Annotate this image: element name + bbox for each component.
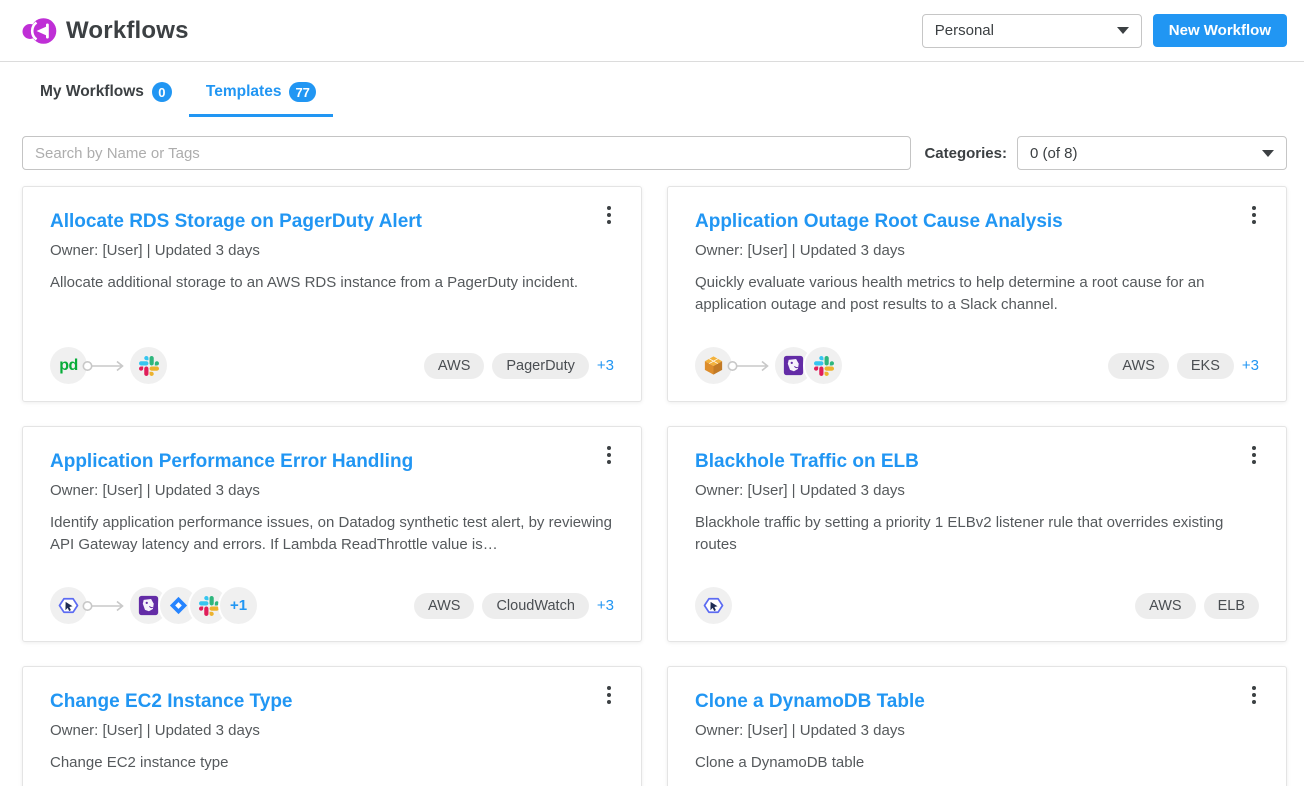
tab-count-badge: 0 bbox=[152, 82, 172, 102]
more-tags-link[interactable]: +3 bbox=[597, 357, 614, 374]
tag-row: AWS CloudWatch +3 bbox=[414, 593, 614, 619]
workflow-card: Application Performance Error Handling O… bbox=[22, 426, 642, 642]
chevron-down-icon bbox=[1117, 27, 1129, 34]
action-hexagon-icon bbox=[695, 587, 732, 624]
tag-row: AWS ELB bbox=[1135, 593, 1259, 619]
workflow-description: Change EC2 instance type bbox=[50, 752, 614, 774]
workflow-meta: Owner: [User] | Updated 3 days bbox=[50, 722, 614, 739]
tag-badge: PagerDuty bbox=[492, 353, 589, 379]
workflow-title-link[interactable]: Change EC2 Instance Type bbox=[50, 691, 614, 713]
card-menu-kebab-icon[interactable] bbox=[598, 203, 620, 227]
workflow-card: Change EC2 Instance Type Owner: [User] |… bbox=[22, 666, 642, 786]
flow-arrow-icon bbox=[727, 359, 773, 373]
categories-selector[interactable]: 0 (of 8) bbox=[1017, 136, 1287, 170]
workflow-title-link[interactable]: Allocate RDS Storage on PagerDuty Alert bbox=[50, 211, 614, 233]
more-icons-badge[interactable]: +1 bbox=[220, 587, 257, 624]
flow-arrow-icon bbox=[82, 599, 128, 613]
workflow-card: Application Outage Root Cause Analysis O… bbox=[667, 186, 1287, 402]
page-title: Workflows bbox=[66, 17, 189, 45]
card-menu-kebab-icon[interactable] bbox=[598, 683, 620, 707]
workflow-card: Allocate RDS Storage on PagerDuty Alert … bbox=[22, 186, 642, 402]
workflow-meta: Owner: [User] | Updated 3 days bbox=[695, 242, 1259, 259]
workflow-card: Clone a DynamoDB Table Owner: [User] | U… bbox=[667, 666, 1287, 786]
workflow-meta: Owner: [User] | Updated 3 days bbox=[695, 482, 1259, 499]
tag-row: AWS EKS +3 bbox=[1108, 353, 1259, 379]
workflow-description: Allocate additional storage to an AWS RD… bbox=[50, 272, 614, 294]
card-menu-kebab-icon[interactable] bbox=[1243, 683, 1265, 707]
tab-label: My Workflows bbox=[40, 83, 144, 101]
workflow-description: Quickly evaluate various health metrics … bbox=[695, 272, 1259, 316]
workflow-title-link[interactable]: Application Outage Root Cause Analysis bbox=[695, 211, 1259, 233]
workflow-meta: Owner: [User] | Updated 3 days bbox=[695, 722, 1259, 739]
workflow-description: Clone a DynamoDB table bbox=[695, 752, 1259, 774]
integration-icon-flow bbox=[695, 587, 732, 624]
tab-templates[interactable]: Templates 77 bbox=[189, 76, 333, 117]
integration-icon-flow bbox=[695, 347, 842, 384]
flow-arrow-icon bbox=[82, 359, 128, 373]
integration-icon-flow: pd bbox=[50, 347, 167, 384]
tag-badge: AWS bbox=[424, 353, 485, 379]
tab-label: Templates bbox=[206, 83, 282, 101]
card-menu-kebab-icon[interactable] bbox=[598, 443, 620, 467]
workflow-card-grid: Allocate RDS Storage on PagerDuty Alert … bbox=[22, 186, 1287, 786]
tab-count-badge: 77 bbox=[289, 82, 315, 102]
categories-selector-value: 0 (of 8) bbox=[1030, 145, 1078, 162]
workflow-meta: Owner: [User] | Updated 3 days bbox=[50, 242, 614, 259]
categories-label: Categories: bbox=[924, 145, 1007, 162]
integration-icon-flow: +1 bbox=[50, 587, 257, 624]
app-header: Workflows Personal New Workflow bbox=[0, 0, 1304, 62]
workflow-title-link[interactable]: Clone a DynamoDB Table bbox=[695, 691, 1259, 713]
workflow-description: Blackhole traffic by setting a priority … bbox=[695, 512, 1259, 556]
workspace-selector-value: Personal bbox=[935, 22, 994, 39]
slack-icon bbox=[130, 347, 167, 384]
card-menu-kebab-icon[interactable] bbox=[1243, 443, 1265, 467]
search-input[interactable] bbox=[22, 136, 911, 170]
filter-row: Categories: 0 (of 8) bbox=[22, 136, 1287, 170]
app-logo-icon bbox=[22, 15, 58, 47]
tag-badge: EKS bbox=[1177, 353, 1234, 379]
workflow-description: Identify application performance issues,… bbox=[50, 512, 614, 556]
tag-badge: AWS bbox=[414, 593, 475, 619]
card-menu-kebab-icon[interactable] bbox=[1243, 203, 1265, 227]
tag-badge: AWS bbox=[1135, 593, 1196, 619]
tag-row: AWS PagerDuty +3 bbox=[424, 353, 614, 379]
slack-icon bbox=[805, 347, 842, 384]
tag-badge: AWS bbox=[1108, 353, 1169, 379]
new-workflow-button[interactable]: New Workflow bbox=[1153, 14, 1287, 47]
chevron-down-icon bbox=[1262, 150, 1274, 157]
more-tags-link[interactable]: +3 bbox=[1242, 357, 1259, 374]
tag-badge: ELB bbox=[1204, 593, 1259, 619]
workflow-card: Blackhole Traffic on ELB Owner: [User] |… bbox=[667, 426, 1287, 642]
workspace-selector[interactable]: Personal bbox=[922, 14, 1142, 48]
tag-badge: CloudWatch bbox=[482, 593, 588, 619]
workflow-meta: Owner: [User] | Updated 3 days bbox=[50, 482, 614, 499]
tab-bar: My Workflows 0 Templates 77 bbox=[0, 62, 1304, 117]
workflow-title-link[interactable]: Blackhole Traffic on ELB bbox=[695, 451, 1259, 473]
more-tags-link[interactable]: +3 bbox=[597, 597, 614, 614]
tab-my-workflows[interactable]: My Workflows 0 bbox=[23, 76, 189, 117]
brand: Workflows bbox=[22, 15, 189, 47]
workflow-title-link[interactable]: Application Performance Error Handling bbox=[50, 451, 614, 473]
